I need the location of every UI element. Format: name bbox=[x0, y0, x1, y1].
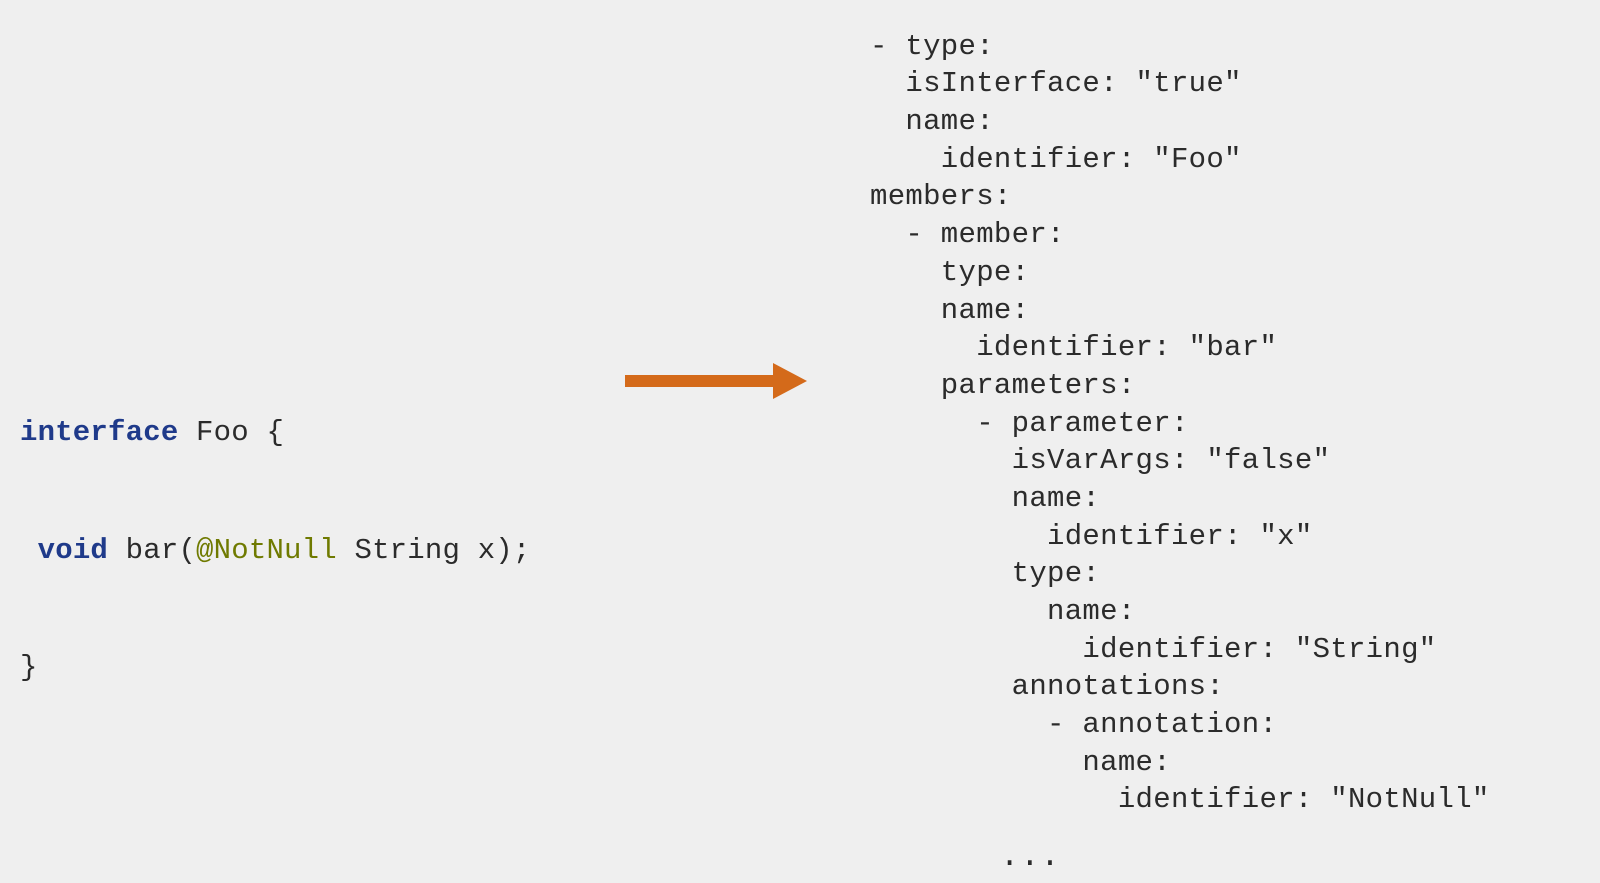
yaml-line: parameters: bbox=[870, 369, 1136, 402]
code-line-2: void bar(@NotNull String x); bbox=[20, 531, 531, 570]
yaml-line: - annotation: bbox=[870, 708, 1277, 741]
code-text: String x); bbox=[337, 534, 531, 567]
ast-yaml-block: - type: isInterface: "true" name: identi… bbox=[870, 0, 1490, 819]
arrow-shaft bbox=[625, 375, 775, 387]
yaml-line: name: bbox=[870, 294, 1029, 327]
yaml-line: annotations: bbox=[870, 670, 1224, 703]
yaml-line: isVarArgs: "false" bbox=[870, 444, 1330, 477]
code-text: Foo { bbox=[178, 416, 284, 449]
yaml-line: name: bbox=[870, 746, 1171, 779]
arrow-right-icon bbox=[625, 363, 815, 399]
yaml-line: members: bbox=[870, 180, 1012, 213]
yaml-line: name: bbox=[870, 105, 994, 138]
yaml-line: type: bbox=[870, 557, 1100, 590]
keyword-interface: interface bbox=[20, 416, 178, 449]
yaml-line: isInterface: "true" bbox=[870, 67, 1242, 100]
yaml-line: identifier: "String" bbox=[870, 633, 1437, 666]
yaml-line: identifier: "NotNull" bbox=[870, 783, 1490, 816]
annotation-notnull: @NotNull bbox=[196, 534, 337, 567]
source-code-block: interface Foo { void bar(@NotNull String… bbox=[20, 335, 531, 766]
code-line-1: interface Foo { bbox=[20, 413, 531, 452]
keyword-void: void bbox=[38, 534, 108, 567]
code-line-3: } bbox=[20, 648, 531, 687]
yaml-line: - parameter: bbox=[870, 407, 1189, 440]
yaml-line: identifier: "bar" bbox=[870, 331, 1277, 364]
slide-stage: interface Foo { void bar(@NotNull String… bbox=[0, 0, 1600, 883]
indent bbox=[20, 534, 38, 567]
code-text: bar( bbox=[108, 534, 196, 567]
ellipsis-bottom: ... bbox=[1000, 838, 1061, 875]
yaml-line: name: bbox=[870, 595, 1136, 628]
arrow-head bbox=[773, 363, 807, 399]
yaml-line: name: bbox=[870, 482, 1100, 515]
yaml-line: - member: bbox=[870, 218, 1065, 251]
yaml-line: type: bbox=[870, 256, 1029, 289]
yaml-line: identifier: "x" bbox=[870, 520, 1313, 553]
yaml-line: - type: bbox=[870, 30, 994, 63]
yaml-line: identifier: "Foo" bbox=[870, 143, 1242, 176]
